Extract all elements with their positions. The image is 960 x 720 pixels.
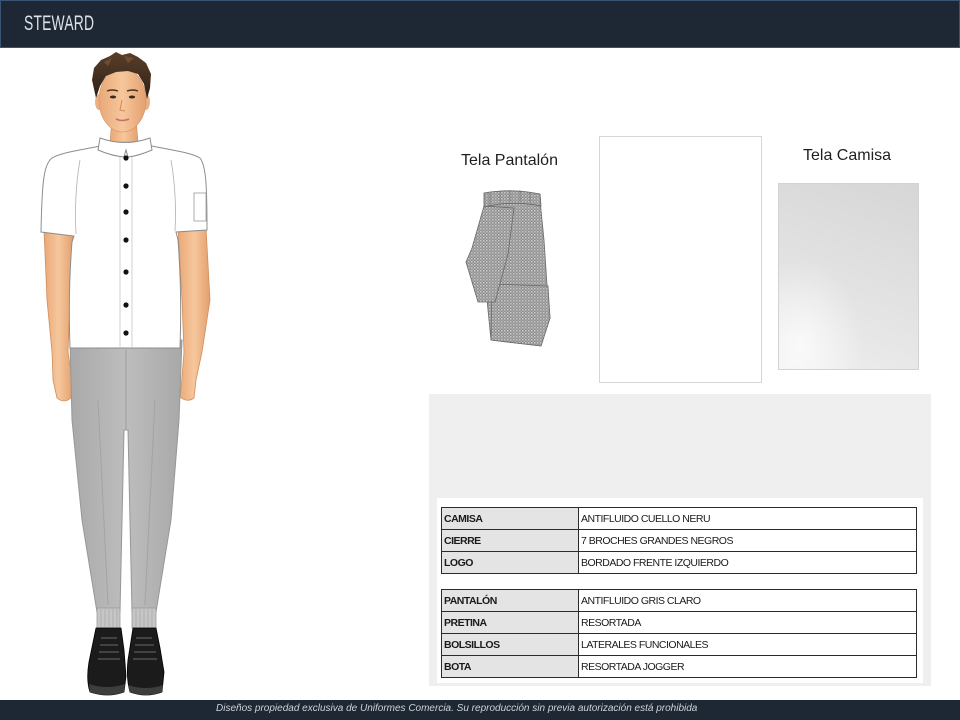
spec-label: BOLSILLOS [441,633,579,656]
spec-label: PANTALÓN [441,589,579,612]
page-title: STEWARD [24,12,95,35]
head [92,52,151,133]
right-eye [128,95,136,99]
button [123,269,129,275]
shirt-fabric-label: Tela Camisa [803,147,892,164]
pants-folded-cuff [490,283,551,347]
spec-label: LOGO [441,551,579,574]
spec-label: BOTA [441,655,579,678]
button [123,209,129,215]
table-row: LOGO BORDADO FRENTE IZQUIERDO [441,551,917,574]
shoes [87,627,165,696]
table-row: CAMISA ANTIFLUIDO CUELLO NERU [441,507,917,530]
button [123,302,129,308]
spec-value: ANTIFLUIDO CUELLO NERU [578,507,917,530]
button [123,183,129,189]
spec-label: CAMISA [441,507,579,530]
spec-label: PRETINA [441,611,579,634]
table-row: PRETINA RESORTADA [441,611,917,634]
steward-figure-illustration [40,52,211,696]
spec-value: ANTIFLUIDO GRIS CLARO [578,589,917,612]
copyright-notice: Diseños propiedad exclusiva de Uniformes… [216,703,698,714]
button [123,237,129,243]
header-bar: STEWARD [0,0,960,48]
pants [69,339,183,613]
sleeve-logo-patch [193,192,207,222]
spec-value: 7 BROCHES GRANDES NEGROS [578,529,917,552]
right-arm [177,227,211,401]
table-row: BOLSILLOS LATERALES FUNCIONALES [441,633,917,656]
spec-value: RESORTADA JOGGER [578,655,917,678]
table-row: PANTALÓN ANTIFLUIDO GRIS CLARO [441,589,917,612]
spec-value: BORDADO FRENTE IZQUIERDO [578,551,917,574]
shirt-spec-table: CAMISA ANTIFLUIDO CUELLO NERU CIERRE 7 B… [441,507,917,574]
spec-label: CIERRE [441,529,579,552]
footer-bar: Diseños propiedad exclusiva de Uniformes… [0,700,960,720]
pants-cuffs [96,607,157,629]
pants-fabric-label: Tela Pantalón [461,152,558,169]
left-eye [109,95,117,99]
button [123,155,129,161]
table-row: BOTA RESORTADA JOGGER [441,655,917,678]
face [98,67,147,133]
pants-spec-table: PANTALÓN ANTIFLUIDO GRIS CLARO PRETINA R… [441,589,917,678]
left-cuff [96,607,121,629]
spec-value: RESORTADA [578,611,917,634]
left-arm [43,229,74,402]
empty-image-frame [599,136,762,383]
pants-fabric-image [465,190,551,347]
shirt-fabric-image [778,183,919,370]
spec-value: LATERALES FUNCIONALES [578,633,917,656]
table-row: CIERRE 7 BROCHES GRANDES NEGROS [441,529,917,552]
button [123,330,129,336]
